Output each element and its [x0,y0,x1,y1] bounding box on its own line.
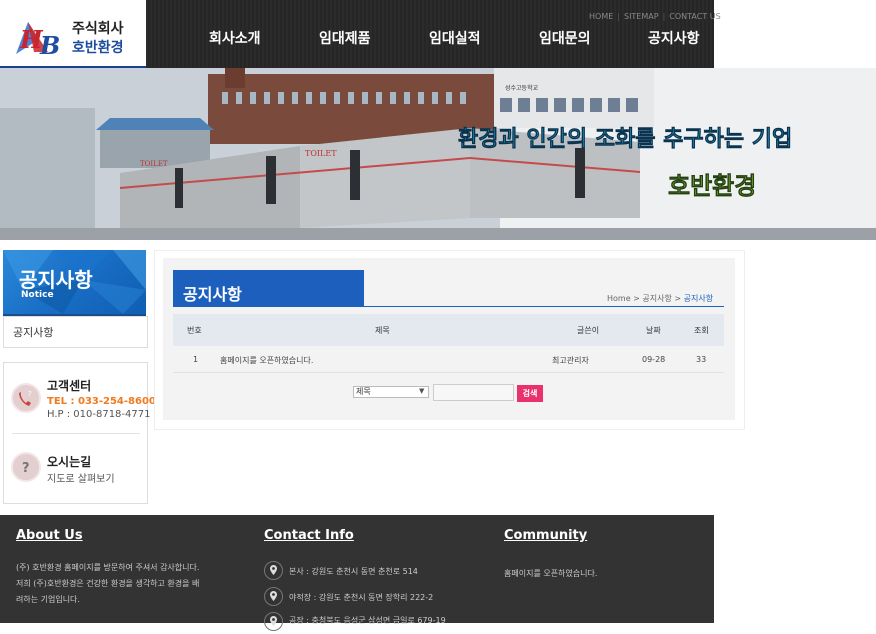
footer-community-title: Community [504,528,588,543]
company-name: 호반환경 [72,40,124,56]
footer-community-link[interactable]: 홈페이지를 오픈하였습니다. [504,568,597,579]
support-title: 고객센터 [47,379,92,393]
support-hp: H.P : 010-8718-4771 [47,409,151,420]
nav-item-notice[interactable]: 공지사항 [648,28,700,48]
divider [12,433,140,434]
footer-contact-line: 공장 : 충청북도 음성군 삼성면 금일로 679-19 [289,616,446,625]
search-field-select[interactable]: 제목 [353,386,429,398]
breadcrumb: Home > 공지사항 > 공지사항 [607,294,714,303]
phone-icon: ? [11,383,41,413]
breadcrumb-home[interactable]: Home [607,294,631,303]
row-author: 최고관리자 [552,356,589,365]
hb-logo-icon: H B [16,22,60,60]
row-divider [173,372,724,373]
location-pin-icon [264,612,283,631]
footer-about-title: About Us [16,528,83,543]
sitemap-link[interactable]: SITEMAP [624,12,659,21]
col-date: 날짜 [646,326,661,335]
toilet-label-center: TOILET [305,149,337,158]
svg-text:?: ? [28,390,32,398]
breadcrumb-section[interactable]: 공지사항 [642,294,671,303]
nav-item-company[interactable]: 회사소개 [209,28,261,48]
contact-link[interactable]: CONTACT US [669,12,720,21]
map-question-icon[interactable]: ? [11,452,41,482]
sidebar-item-label[interactable]: 공지사항 [13,324,53,340]
hero-banner: 성수고등학교 TOILET TOILET 환경과 인간의 조화를 추구하는 기업… [0,68,876,240]
sidebar-title: 공지사항 [19,268,93,292]
footer-contact-line: 야적장 : 강원도 춘천시 동면 장학리 222-2 [289,593,434,602]
col-views: 조회 [694,326,709,335]
footer-about-line: 저희 (주)호반환경은 건강한 환경을 생각하고 환경을 배 [16,579,200,588]
nav-item-products[interactable]: 임대제품 [319,28,371,48]
select-arrow-icon: ▼ [419,387,425,395]
col-number: 번호 [187,326,202,335]
support-tel: TEL : 033-254-8600 [47,396,156,407]
breadcrumb-current: 공지사항 [683,294,714,303]
toilet-label-left: TOILET [140,160,168,168]
nav-item-records[interactable]: 임대실적 [429,28,481,48]
directions-title[interactable]: 오시는길 [47,453,91,470]
page-title: 공지사항 [183,285,242,304]
search-button[interactable]: 검색 [517,385,543,402]
svg-text:B: B [39,31,60,58]
svg-text:?: ? [22,461,30,476]
directions-link[interactable]: 지도로 살펴보기 [47,470,115,485]
footer-contact-line: 본사 : 강원도 춘천시 동면 춘천로 514 [289,567,418,576]
title-underline [173,306,724,307]
row-date: 09-28 [642,355,666,364]
hero-slogan: 환경과 인간의 조화를 추구하는 기업 [458,126,792,152]
home-link[interactable]: HOME [589,12,613,21]
table-header [173,314,724,346]
row-title-link[interactable]: 홈페이지를 오픈하였습니다. [220,355,313,366]
location-pin-icon [264,561,283,580]
col-title: 제목 [375,326,390,335]
row-views: 33 [696,355,707,364]
nav-item-inquiry[interactable]: 임대문의 [539,28,591,48]
footer-about-line: 려하는 기업입니다. [16,595,80,604]
col-author: 글쓴이 [577,326,600,335]
location-pin-icon [264,587,283,606]
footer-contact-title: Contact Info [264,528,354,543]
footer-about-line: (주) 호반환경 홈페이지를 방문하여 주셔서 감사합니다. [16,563,200,572]
sidebar-subtitle: Notice [21,290,54,300]
main-nav: 회사소개 임대제품 임대실적 임대문의 공지사항 [146,0,714,68]
hero-slogan-brand: 호반환경 [668,171,756,200]
utility-links: HOME | SITEMAP | CONTACT US [589,12,721,21]
company-type: 주식회사 [72,21,124,37]
logo-mark: H B [14,18,66,66]
hero-illustration: 성수고등학교 TOILET TOILET 환경과 인간의 조화를 추구하는 기업… [0,68,876,240]
school-sign: 성수고등학교 [505,84,539,92]
search-input[interactable] [433,384,514,401]
row-number: 1 [193,355,199,364]
